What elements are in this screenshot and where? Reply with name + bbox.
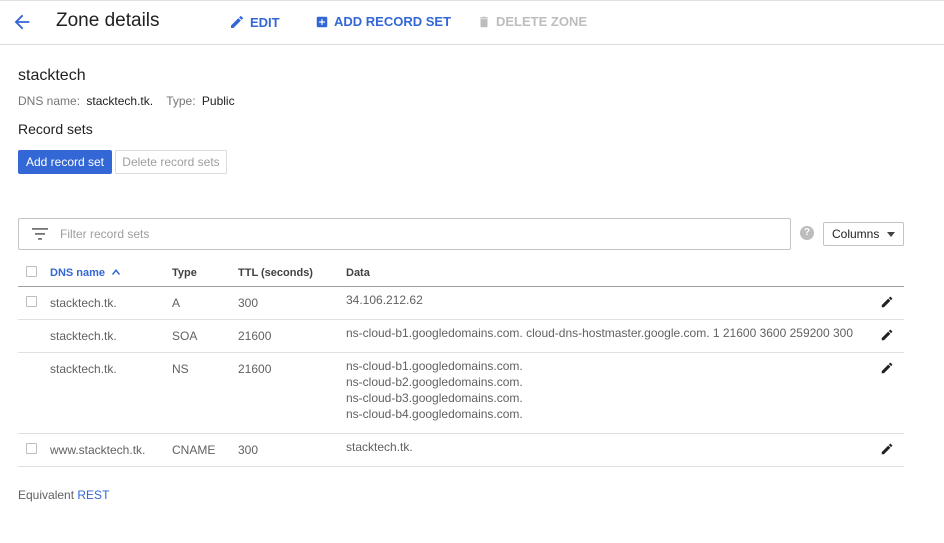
row-ttl: 300 bbox=[238, 443, 259, 457]
help-icon[interactable]: ? bbox=[800, 226, 814, 240]
edit-pencil-icon[interactable] bbox=[880, 361, 894, 375]
row-type: SOA bbox=[172, 329, 198, 343]
row-data-line: ns-cloud-b2.googledomains.com. bbox=[346, 375, 523, 389]
row-ttl: 21600 bbox=[238, 362, 272, 376]
edit-pencil-icon[interactable] bbox=[880, 442, 894, 456]
row-dns-name: stacktech.tk. bbox=[50, 296, 117, 310]
table-row: stacktech.tk. NS 21600 ns-cloud-b1.googledo… bbox=[18, 353, 904, 434]
row-checkbox[interactable] bbox=[26, 443, 37, 454]
pencil-icon bbox=[231, 15, 244, 28]
row-type: NS bbox=[172, 362, 189, 376]
type-value: Public bbox=[201, 94, 235, 108]
row-ttl: 21600 bbox=[238, 329, 272, 343]
row-dns-name: stacktech.tk. bbox=[50, 362, 117, 376]
type-label: Type: bbox=[166, 94, 196, 108]
row-dns-name: www.stacktech.tk. bbox=[50, 443, 146, 457]
add-record-set-button[interactable]: Add record set bbox=[18, 150, 112, 174]
add-box-icon bbox=[316, 16, 328, 27]
rest-link[interactable]: REST bbox=[77, 488, 109, 502]
row-data: ns-cloud-b1.googledomains.com. cloud-dns… bbox=[346, 325, 853, 341]
record-sets-title: Record sets bbox=[18, 121, 93, 137]
columns-button[interactable]: Columns bbox=[823, 222, 904, 246]
table-header: DNS name Type TTL (seconds) Data bbox=[18, 259, 904, 287]
trash-icon bbox=[479, 16, 489, 27]
col-data[interactable]: Data bbox=[346, 267, 370, 279]
col-ttl[interactable]: TTL (seconds) bbox=[238, 267, 313, 279]
sort-up-icon bbox=[112, 269, 121, 275]
row-data: stacktech.tk. bbox=[346, 439, 413, 455]
back-arrow-icon[interactable] bbox=[11, 11, 33, 33]
row-data-line: ns-cloud-b1.googledomains.com. bbox=[346, 359, 523, 373]
filter-input[interactable] bbox=[58, 226, 662, 242]
filter-icon bbox=[32, 228, 48, 240]
table-row: stacktech.tk. A 300 34.106.212.62 bbox=[18, 287, 904, 320]
delete-record-sets-button[interactable]: Delete record sets bbox=[115, 150, 227, 174]
dns-name-label: DNS name: bbox=[18, 94, 81, 108]
row-data-line: stacktech.tk. bbox=[346, 440, 413, 454]
row-data: ns-cloud-b1.googledomains.com. ns-cloud-b… bbox=[346, 358, 523, 422]
zone-meta: DNS name: stacktech.tk. Type: Public bbox=[18, 94, 245, 108]
row-data-line: ns-cloud-b1.googledomains.com. cloud-dns… bbox=[346, 326, 853, 340]
table-row: www.stacktech.tk. CNAME 300 stacktech.tk. bbox=[18, 434, 904, 467]
row-type: CNAME bbox=[172, 443, 216, 457]
dns-name-value: stacktech.tk. bbox=[86, 94, 154, 108]
edit-pencil-icon[interactable] bbox=[880, 328, 894, 342]
record-sets-table: DNS name Type TTL (seconds) Data stackte… bbox=[18, 259, 904, 467]
row-ttl: 300 bbox=[238, 296, 259, 310]
table-row: stacktech.tk. SOA 21600 ns-cloud-b1.googled… bbox=[18, 320, 904, 353]
row-data-line: 34.106.212.62 bbox=[346, 293, 423, 307]
edit-button[interactable]: EDIT bbox=[229, 14, 280, 30]
row-data: 34.106.212.62 bbox=[346, 292, 423, 308]
top-bar: Zone details EDIT ADD RECORD SET DELETE … bbox=[0, 0, 944, 45]
edit-label: EDIT bbox=[250, 14, 280, 30]
filter-bar bbox=[18, 218, 791, 250]
col-type[interactable]: Type bbox=[172, 267, 197, 279]
columns-label: Columns bbox=[832, 227, 880, 241]
row-checkbox[interactable] bbox=[26, 296, 37, 307]
col-dns-name[interactable]: DNS name bbox=[50, 267, 121, 279]
delete-zone-button[interactable]: DELETE ZONE bbox=[477, 14, 587, 29]
page-title: Zone details bbox=[56, 10, 160, 31]
delete-zone-label: DELETE ZONE bbox=[496, 14, 588, 29]
row-data-line: ns-cloud-b4.googledomains.com. bbox=[346, 407, 523, 421]
add-record-set-header-button[interactable]: ADD RECORD SET bbox=[315, 14, 451, 29]
equivalent-label: Equivalent bbox=[18, 488, 75, 502]
zone-name: stacktech bbox=[18, 67, 86, 84]
col-dns-name-label: DNS name bbox=[50, 267, 106, 279]
add-record-set-header-label: ADD RECORD SET bbox=[334, 14, 452, 29]
footer: Equivalent REST bbox=[18, 488, 109, 502]
edit-pencil-icon[interactable] bbox=[880, 295, 894, 309]
row-data-line: ns-cloud-b3.googledomains.com. bbox=[346, 391, 523, 405]
row-type: A bbox=[172, 296, 181, 310]
caret-down-icon bbox=[887, 231, 896, 237]
select-all-checkbox[interactable] bbox=[26, 266, 37, 277]
row-dns-name: stacktech.tk. bbox=[50, 329, 117, 343]
